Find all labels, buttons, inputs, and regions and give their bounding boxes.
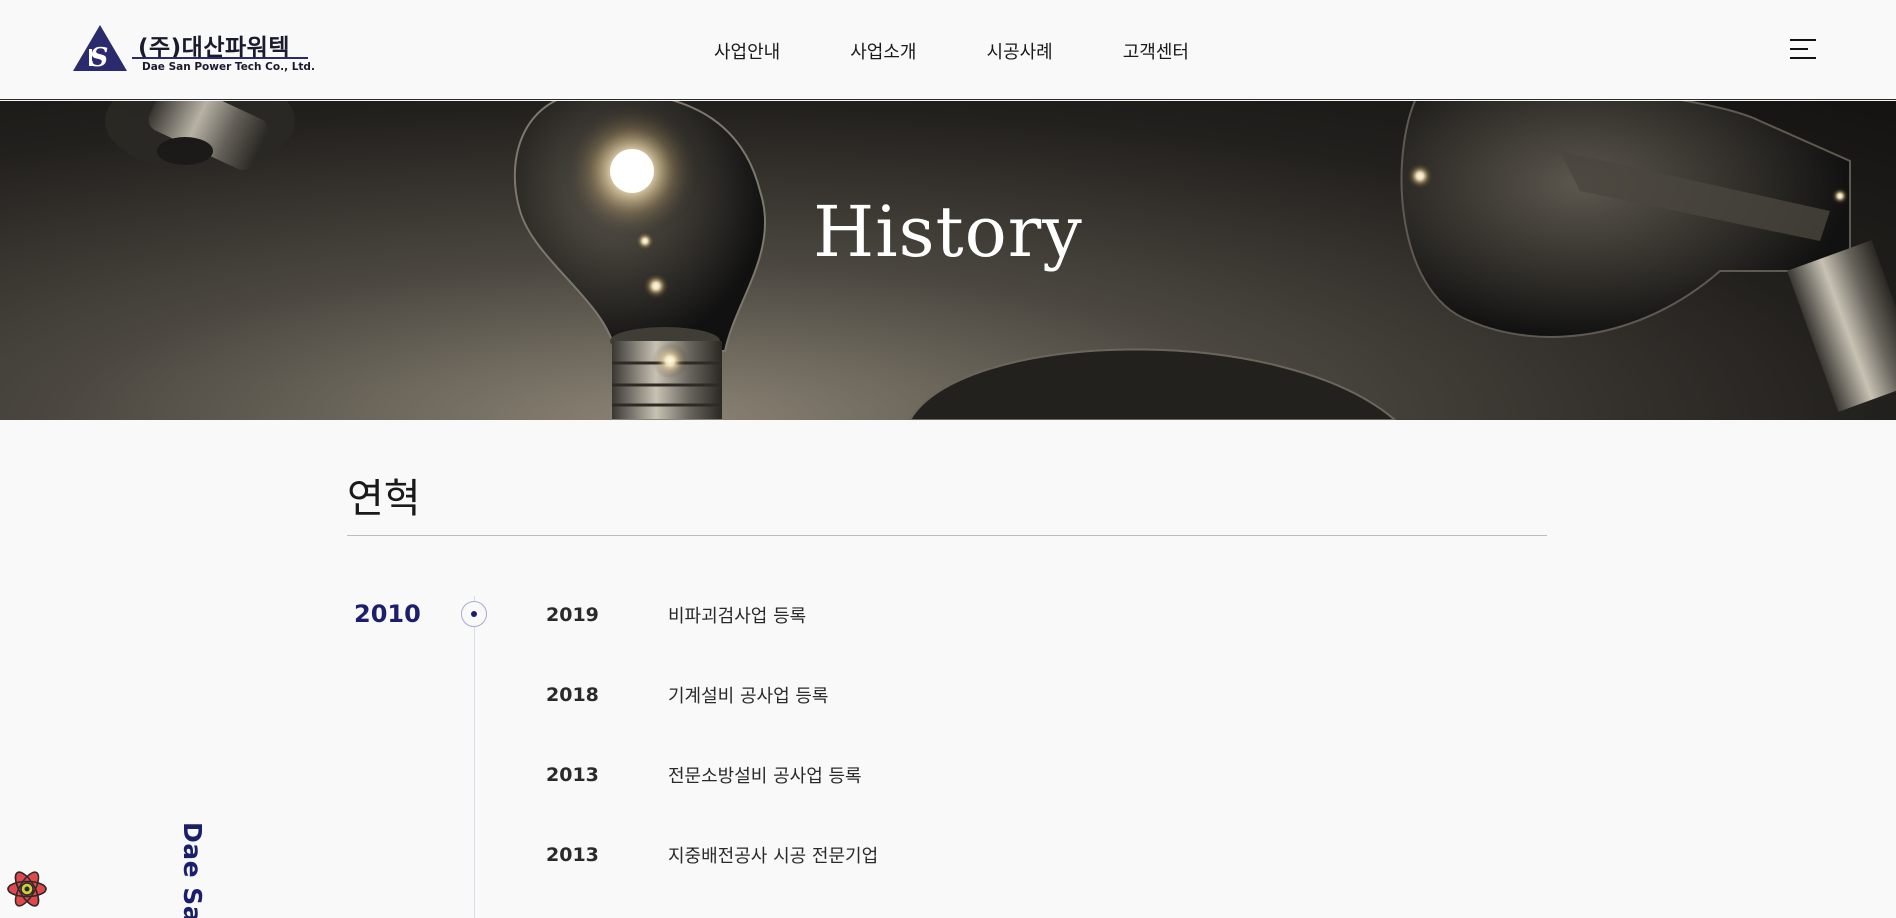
heading-divider [347, 535, 1547, 536]
logo-english-name: Dae San Power Tech Co., Ltd. [142, 61, 315, 73]
entry-description: 전문소방설비 공사업 등록 [668, 766, 862, 787]
entry-year: 2018 [546, 684, 599, 706]
react-atom-icon[interactable] [6, 868, 48, 910]
timeline-entry: 2013 지중배전공사 시공 전문기업 [546, 843, 878, 867]
company-logo[interactable]: S (주)대산파워텍 Dae San Power Tech Co., Ltd. [72, 24, 315, 76]
logo-triangle-icon: S [73, 25, 127, 72]
entry-description: 비파괴검사업 등록 [668, 606, 807, 627]
main-nav: 사업안내 사업소개 시공사례 고객센터 [714, 38, 1189, 64]
nav-item-business-intro[interactable]: 사업소개 [850, 38, 916, 64]
timeline-entry: 2018 기계설비 공사업 등록 [546, 683, 828, 707]
timeline-entry: 2013 전문소방설비 공사업 등록 [546, 763, 862, 787]
nav-item-business-guide[interactable]: 사업안내 [714, 38, 780, 64]
hamburger-menu-icon[interactable] [1790, 38, 1816, 60]
hero-title: History [813, 191, 1083, 273]
timeline-line [474, 596, 475, 918]
entry-year: 2013 [546, 844, 599, 866]
nav-item-customer-center[interactable]: 고객센터 [1123, 38, 1189, 64]
site-header: S (주)대산파워텍 Dae San Power Tech Co., Ltd. … [0, 0, 1896, 100]
timeline-decade[interactable]: 2010 [354, 600, 421, 628]
entry-description: 지중배전공사 시공 전문기업 [668, 846, 879, 867]
page-title: 연혁 [347, 476, 421, 522]
timeline-entry: 2019 비파괴검사업 등록 [546, 603, 806, 627]
nav-item-construction-cases[interactable]: 시공사례 [987, 38, 1053, 64]
entry-year: 2013 [546, 764, 599, 786]
svg-text:S: S [90, 43, 109, 72]
logo-underline [132, 57, 308, 59]
timeline-marker-icon [461, 601, 487, 627]
side-vertical-label: Dae San [178, 822, 207, 918]
hero-banner: History [0, 101, 1896, 420]
entry-description: 기계설비 공사업 등록 [668, 686, 829, 707]
entry-year: 2019 [546, 604, 599, 626]
